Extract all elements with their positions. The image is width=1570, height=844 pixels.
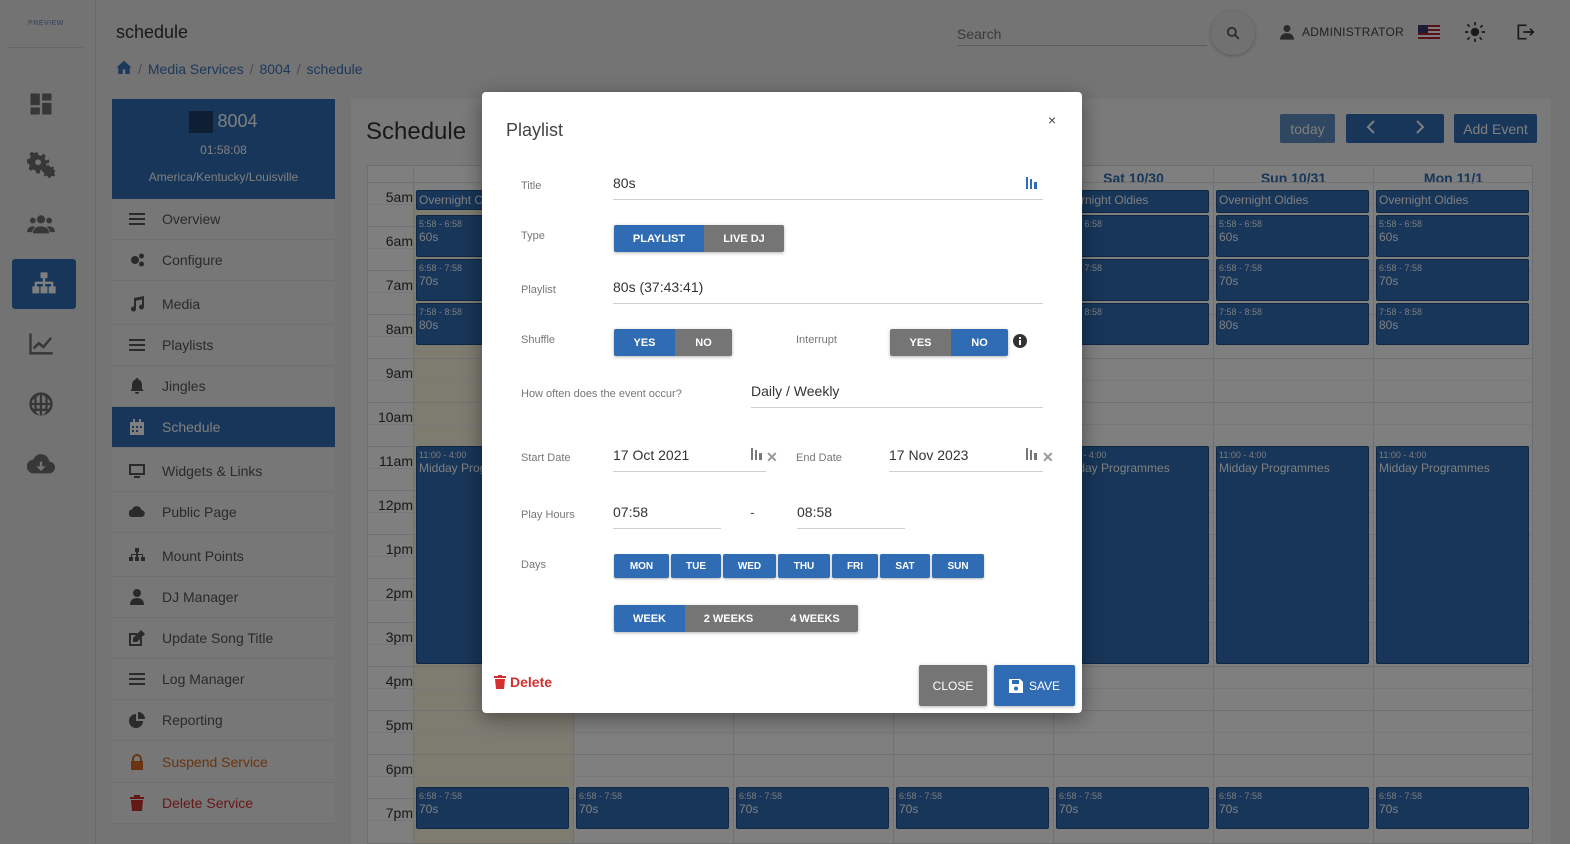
end-date-field[interactable]: 17 Nov 2023	[889, 446, 1043, 472]
clear-end-date-icon[interactable]: ✕	[1042, 449, 1054, 466]
calendar-icon[interactable]	[1025, 447, 1039, 463]
calendar-icon[interactable]	[750, 447, 764, 463]
save-button[interactable]: SAVE	[994, 665, 1075, 706]
play-hours-label: Play Hours	[521, 509, 575, 521]
modal-title: Playlist	[506, 120, 564, 140]
delete-button[interactable]: Delete	[494, 674, 552, 690]
day-mon-button[interactable]: MON	[614, 554, 669, 578]
day-tue-button[interactable]: TUE	[671, 554, 721, 578]
title-field[interactable]: 80s	[613, 174, 1043, 200]
interrupt-label: Interrupt	[796, 334, 837, 346]
end-date-label: End Date	[796, 452, 842, 464]
type-label: Type	[521, 230, 545, 242]
play-hours-end[interactable]: 08:58	[797, 503, 905, 529]
occurrence-select[interactable]: Daily / Weekly	[751, 382, 1043, 408]
interrupt-toggle: YES NO	[890, 329, 1008, 356]
occurrence-label: How often does the event occur?	[521, 388, 682, 400]
start-date-field[interactable]: 17 Oct 2021	[613, 446, 766, 472]
close-button[interactable]: CLOSE	[919, 665, 987, 706]
shuffle-toggle: YES NO	[614, 329, 732, 356]
picker-icon[interactable]	[1025, 176, 1039, 192]
type-toggle: PLAYLIST LIVE DJ	[614, 225, 784, 252]
shuffle-label: Shuffle	[521, 334, 556, 346]
day-thu-button[interactable]: THU	[778, 554, 830, 578]
play-hours-start[interactable]: 07:58	[613, 503, 721, 529]
hours-separator: -	[750, 504, 755, 520]
days-label: Days	[521, 559, 547, 571]
repeat-4-weeks-button[interactable]: 4 WEEKS	[772, 605, 858, 632]
day-wed-button[interactable]: WED	[723, 554, 776, 578]
playlist-label: Playlist	[521, 284, 556, 296]
repeat-week-button[interactable]: WEEK	[614, 605, 685, 632]
repeat-2-weeks-button[interactable]: 2 WEEKS	[685, 605, 772, 632]
clear-start-date-icon[interactable]: ✕	[766, 449, 778, 466]
repeat-toggle: WEEK 2 WEEKS 4 WEEKS	[614, 605, 858, 632]
shuffle-no-button[interactable]: NO	[675, 329, 732, 356]
save-icon	[1008, 678, 1023, 693]
playlist-select[interactable]: 80s (37:43:41)	[613, 278, 1043, 304]
type-playlist-button[interactable]: PLAYLIST	[614, 225, 704, 252]
playlist-modal: Playlist × Title 80s Type PLAYLIST LIVE …	[482, 92, 1082, 713]
interrupt-no-button[interactable]: NO	[951, 329, 1008, 356]
day-sat-button[interactable]: SAT	[880, 554, 930, 578]
interrupt-yes-button[interactable]: YES	[890, 329, 951, 356]
day-fri-button[interactable]: FRI	[832, 554, 878, 578]
info-icon[interactable]	[1013, 334, 1027, 348]
start-date-label: Start Date	[521, 452, 571, 464]
title-label: Title	[521, 180, 542, 192]
shuffle-yes-button[interactable]: YES	[614, 329, 675, 356]
close-icon[interactable]: ×	[1048, 112, 1056, 128]
day-sun-button[interactable]: SUN	[932, 554, 984, 578]
trash-icon	[494, 675, 506, 689]
type-live-dj-button[interactable]: LIVE DJ	[704, 225, 784, 252]
